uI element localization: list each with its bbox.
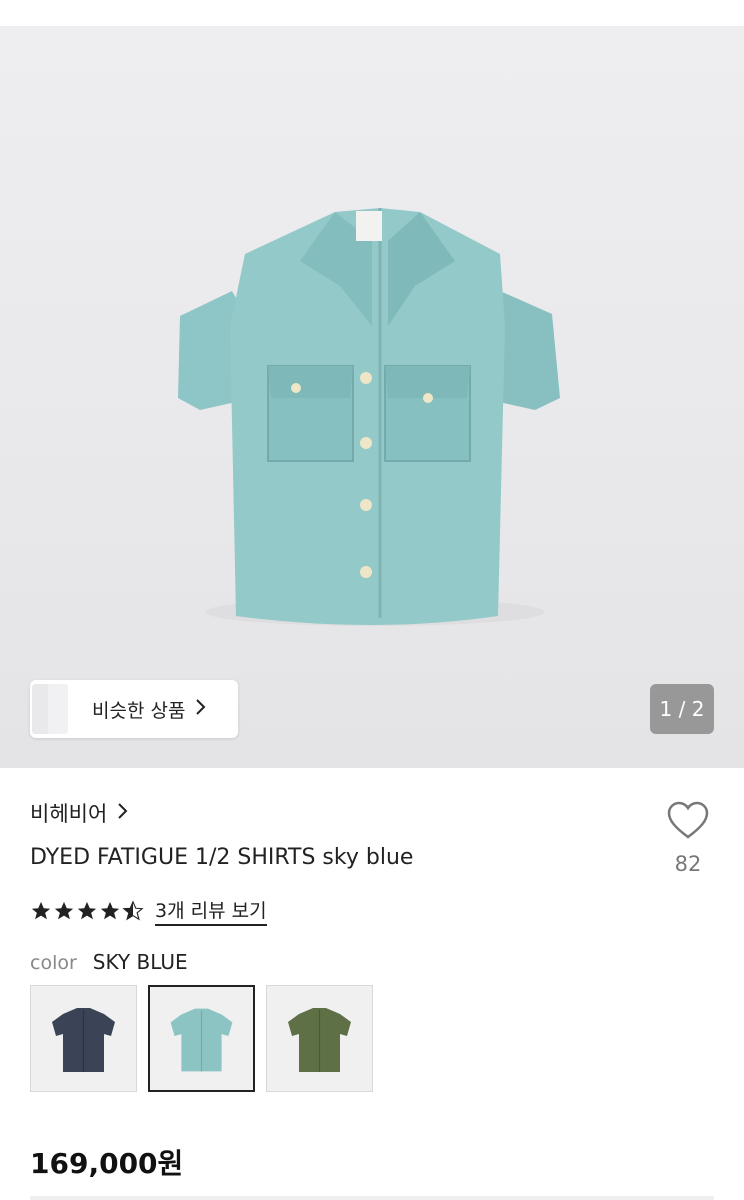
top-bar (0, 0, 744, 26)
brand-link[interactable]: 비헤비어 (30, 798, 129, 828)
star-icon (31, 901, 51, 920)
similar-products-button[interactable]: 비슷한 상품 (30, 680, 238, 738)
color-label: color (30, 952, 77, 974)
color-swatches (30, 985, 384, 1092)
heart-icon (662, 800, 714, 840)
half-star-icon (122, 900, 144, 921)
swatch-sky-blue[interactable] (148, 985, 255, 1092)
similar-thumb (48, 684, 68, 734)
star-icon (100, 901, 120, 920)
image-page-counter: 1 / 2 (650, 684, 714, 734)
chevron-right-icon (117, 801, 129, 825)
product-image-carousel[interactable]: 비슷한 상품 1 / 2 (0, 26, 744, 768)
similar-products-thumbnails (30, 680, 74, 738)
swatch-olive[interactable] (266, 985, 373, 1092)
chevron-right-icon (195, 697, 207, 721)
rating-stars (30, 900, 145, 922)
product-title: DYED FATIGUE 1/2 SHIRTS sky blue (30, 845, 414, 870)
like-button[interactable]: 82 (662, 800, 714, 876)
color-row: color SKY BLUE (30, 950, 188, 974)
view-reviews-link[interactable]: 3개 리뷰 보기 (155, 896, 267, 926)
swatch-navy[interactable] (30, 985, 137, 1092)
color-value: SKY BLUE (92, 950, 188, 974)
rating-row: 3개 리뷰 보기 (30, 896, 267, 926)
similar-products-label: 비슷한 상품 (92, 699, 186, 722)
swatch-shirt-image (288, 1008, 351, 1072)
product-price: 169,000원 (30, 1147, 184, 1180)
swatch-shirt-image (52, 1008, 115, 1072)
bottom-divider (30, 1196, 714, 1200)
like-count: 82 (674, 852, 702, 876)
star-icon (77, 901, 97, 920)
star-icon (54, 901, 74, 920)
product-image (178, 208, 560, 626)
swatch-shirt-image (170, 1008, 233, 1072)
brand-name: 비헤비어 (30, 802, 108, 826)
